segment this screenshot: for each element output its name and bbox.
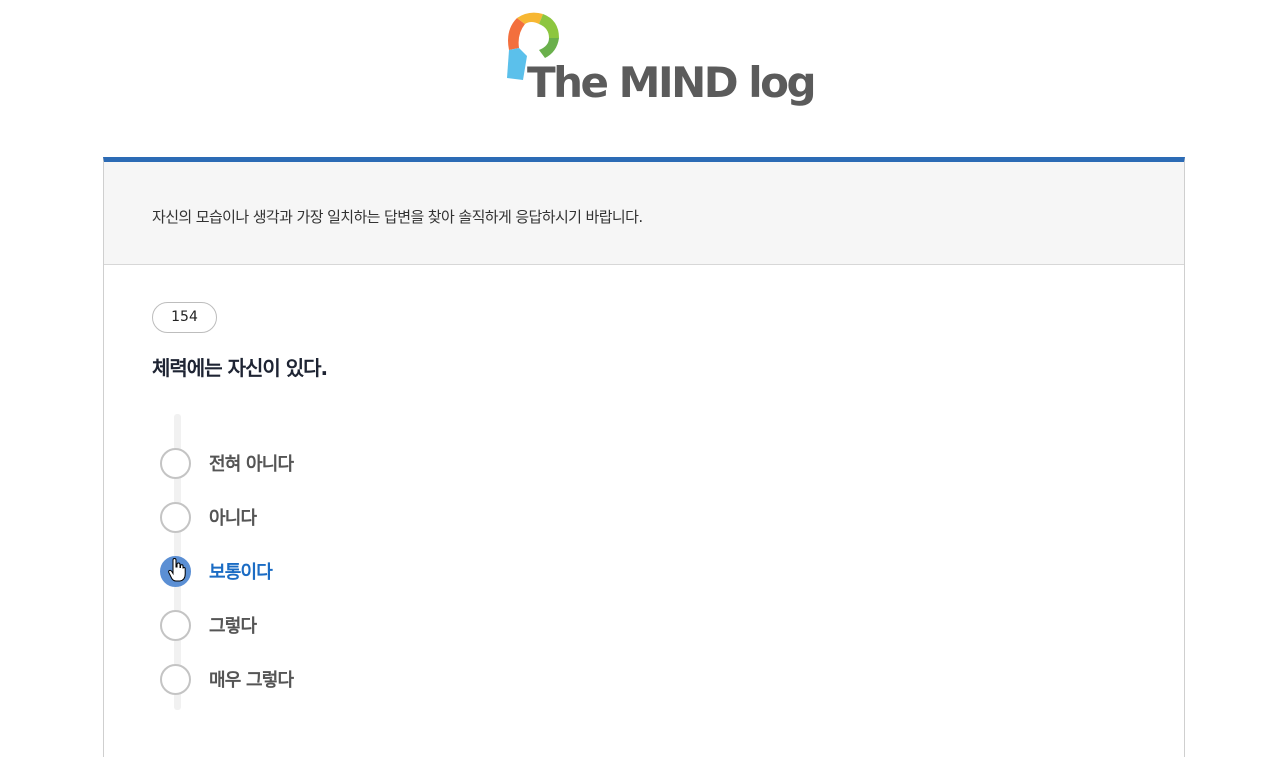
option-label: 아니다 xyxy=(209,508,257,529)
answer-options: 전혀 아니다 아니다 보통이다 그렇다 매우 그렇다 xyxy=(160,436,294,706)
radio-button[interactable] xyxy=(160,609,191,641)
option-strongly-disagree[interactable]: 전혀 아니다 xyxy=(160,436,294,490)
option-label: 보통이다 xyxy=(209,562,273,583)
radio-button[interactable] xyxy=(160,501,191,533)
hand-pointer-cursor-icon xyxy=(168,558,186,582)
option-label: 매우 그렇다 xyxy=(209,670,294,691)
option-disagree[interactable]: 아니다 xyxy=(160,490,293,544)
brand-name: The MIND log xyxy=(527,58,817,107)
question-text: 체력에는 자신이 있다. xyxy=(152,356,328,380)
radio-button[interactable] xyxy=(160,663,191,695)
option-neutral[interactable]: 보통이다 xyxy=(160,544,293,598)
option-label: 전혀 아니다 xyxy=(209,454,294,475)
instruction-text: 자신의 모습이나 생각과 가장 일치하는 답변을 찾아 솔직하게 응답하시기 바… xyxy=(104,162,1184,265)
radio-button[interactable] xyxy=(160,447,191,479)
brand-logo: The MIND log xyxy=(503,8,817,120)
option-strongly-agree[interactable]: 매우 그렇다 xyxy=(160,652,294,706)
option-label: 그렇다 xyxy=(209,616,257,637)
option-agree[interactable]: 그렇다 xyxy=(160,598,293,652)
question-number-badge: 154 xyxy=(152,302,217,333)
survey-panel: 자신의 모습이나 생각과 가장 일치하는 답변을 찾아 솔직하게 응답하시기 바… xyxy=(103,157,1185,757)
